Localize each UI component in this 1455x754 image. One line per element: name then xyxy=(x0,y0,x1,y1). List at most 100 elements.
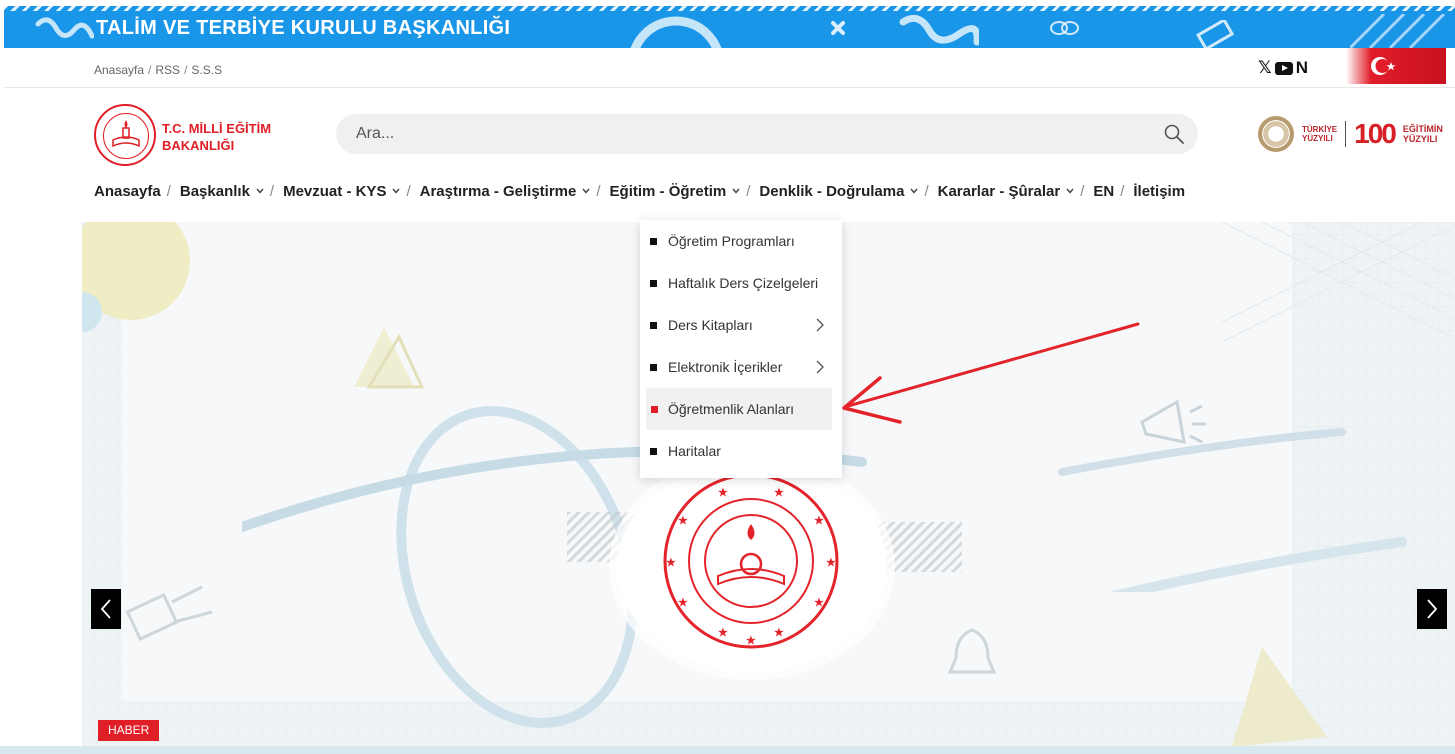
main-nav: Anasayfa / Başkanlık / Mevzuat - KYS / Araştır… xyxy=(94,183,1185,200)
svg-text:★: ★ xyxy=(718,627,728,639)
dropdown-item-6[interactable]: Haritalar xyxy=(640,430,842,472)
top-link-home[interactable]: Anasayfa xyxy=(94,63,144,77)
dropdown-item-label: Öğretmenlik Alanları xyxy=(668,401,795,417)
nav-item-4[interactable]: Araştırma - Geliştirme xyxy=(420,183,591,200)
search-input[interactable] xyxy=(356,114,1136,154)
x-icon[interactable]: 𝕏 xyxy=(1258,58,1272,78)
nav-item-label: Eğitim - Öğretim xyxy=(609,183,727,200)
search-icon[interactable] xyxy=(1164,124,1184,144)
nav-item-2[interactable]: Başkanlık xyxy=(180,183,264,200)
meb-logo[interactable] xyxy=(94,104,156,166)
nav-item-5[interactable]: Eğitim - Öğretim xyxy=(610,183,741,200)
nav-item-8[interactable]: EN xyxy=(1093,183,1114,200)
nav-separator: / xyxy=(269,183,275,200)
megaphone-deco-icon xyxy=(1140,399,1206,444)
hero-bottom-bar xyxy=(0,746,1455,754)
banner-title[interactable]: TALİM VE TERBİYE KURULU BAŞKANLIĞI xyxy=(96,17,510,40)
top-links: Anasayfa / RSS / S.S.S xyxy=(94,63,222,77)
svg-text:★: ★ xyxy=(774,627,784,639)
svg-text:★: ★ xyxy=(718,487,728,499)
dropdown-item-label: Elektronik İçerikler xyxy=(668,359,783,375)
egitimin-line2: YÜZYILI xyxy=(1402,134,1438,144)
chevron-down-icon xyxy=(256,186,264,197)
top-banner: TALİM VE TERBİYE KURULU BAŞKANLIĞI xyxy=(4,6,1455,48)
meb-emblem-icon xyxy=(112,120,140,148)
news-badge[interactable]: HABER xyxy=(98,720,160,741)
banner-wave-icon xyxy=(899,14,979,46)
banner-stripes-icon xyxy=(1350,14,1446,48)
svg-text:★: ★ xyxy=(774,487,784,499)
meb-logo-text[interactable]: T.C. MİLLİ EĞİTİM BAKANLIĞI xyxy=(162,120,271,154)
nav-item-1[interactable]: Anasayfa xyxy=(94,183,161,200)
nav-separator: / xyxy=(746,183,751,200)
crosshatch-deco-icon xyxy=(1222,222,1455,342)
nav-separator: / xyxy=(166,183,171,200)
crescent-star-icon xyxy=(1371,57,1396,75)
turkiye-yuzyili-line1: TÜRKİYE xyxy=(1302,125,1338,134)
logo-text-line1: T.C. MİLLİ EĞİTİM xyxy=(162,121,272,136)
chevron-down-icon xyxy=(392,186,400,197)
banner-circle-deco-icon xyxy=(630,16,722,48)
dropdown-item-4[interactable]: Elektronik İçerikler xyxy=(640,346,842,388)
dropdown-item-1[interactable]: Öğretim Programları xyxy=(640,220,842,262)
turkish-flag-image xyxy=(1346,48,1446,84)
logo-text-line2: BAKANLIĞI xyxy=(162,138,235,153)
banner-ruler-icon xyxy=(1196,20,1235,48)
nsosyal-icon[interactable]: N xyxy=(1296,58,1308,78)
egitim-ogretim-dropdown: Öğretim Programları Haftalık Ders Çizelge… xyxy=(640,220,842,478)
svg-text:★: ★ xyxy=(746,635,756,647)
meb-seal-icon: ★ ★ ★ ★ ★ ★ ★ ★ ★ ★ ★ xyxy=(663,474,839,649)
nav-separator: / xyxy=(1080,183,1085,200)
egitimin-line1: EĞİTİMİN xyxy=(1402,124,1443,134)
bell-deco-icon xyxy=(947,628,997,674)
logo-divider xyxy=(1345,121,1347,147)
utility-bar: Anasayfa / RSS / S.S.S 𝕏 N xyxy=(4,48,1455,88)
top-link-separator: / xyxy=(148,63,152,77)
dropdown-item-2[interactable]: Haftalık Ders Çizelgeleri xyxy=(640,262,842,304)
triangle-deco-icon xyxy=(354,327,424,389)
slider-next-button[interactable] xyxy=(1417,589,1447,629)
nav-item-label: Başkanlık xyxy=(179,183,250,200)
banner-squiggle-icon xyxy=(35,17,94,39)
banner-link-icon xyxy=(1050,21,1079,35)
top-link-rss[interactable]: RSS xyxy=(155,63,180,77)
nav-separator: / xyxy=(406,183,411,200)
turkiye-yuzyili-line2: YÜZYILI xyxy=(1302,134,1333,143)
chevron-down-icon xyxy=(910,186,918,197)
nav-item-label: İletişim xyxy=(1133,183,1186,200)
social-links: 𝕏 N xyxy=(1258,58,1308,78)
nav-item-label: Anasayfa xyxy=(94,183,161,200)
search-bar xyxy=(336,114,1198,154)
slider-prev-button[interactable] xyxy=(91,589,121,629)
nav-item-3[interactable]: Mevzuat - KYS xyxy=(283,183,400,200)
top-link-separator: / xyxy=(184,63,188,77)
chevron-right-icon xyxy=(816,360,824,374)
chevron-down-icon xyxy=(732,186,740,197)
chevron-down-icon xyxy=(582,186,590,197)
egitimin-yuzyili-text: EĞİTİMİN YÜZYILI xyxy=(1403,124,1443,144)
chevron-left-icon xyxy=(100,599,111,619)
campaign-logos: TÜRKİYE YÜZYILI 100 EĞİTİMİN YÜZYILI xyxy=(1258,114,1443,154)
nav-separator: / xyxy=(1120,183,1125,200)
chevron-right-icon xyxy=(816,318,824,332)
nav-item-7[interactable]: Kararlar - Şûralar xyxy=(938,183,1075,200)
svg-text:★: ★ xyxy=(814,515,824,527)
nav-item-6[interactable]: Denklik - Doğrulama xyxy=(759,183,918,200)
nav-item-label: Kararlar - Şûralar xyxy=(937,183,1061,200)
chevron-right-icon xyxy=(1427,599,1438,619)
svg-text:★: ★ xyxy=(678,597,688,609)
svg-text:★: ★ xyxy=(666,557,676,569)
banner-cross-icon xyxy=(831,21,845,35)
dropdown-item-label: Ders Kitapları xyxy=(668,317,753,333)
dropdown-item-3[interactable]: Ders Kitapları xyxy=(640,304,842,346)
top-link-faq[interactable]: S.S.S xyxy=(191,63,222,77)
dropdown-item-5[interactable]: Öğretmenlik Alanları xyxy=(646,388,832,430)
turkiye-yuzyili-text: TÜRKİYE YÜZYILI xyxy=(1302,125,1337,143)
turkiye-yuzyili-sun-icon xyxy=(1258,116,1294,152)
nav-separator: / xyxy=(924,183,929,200)
nav-item-label: EN xyxy=(1093,183,1115,200)
nav-item-label: Araştırma - Geliştirme xyxy=(419,183,577,200)
svg-text:★: ★ xyxy=(814,597,824,609)
nav-item-9[interactable]: İletişim xyxy=(1133,183,1185,200)
youtube-icon[interactable] xyxy=(1274,61,1293,75)
